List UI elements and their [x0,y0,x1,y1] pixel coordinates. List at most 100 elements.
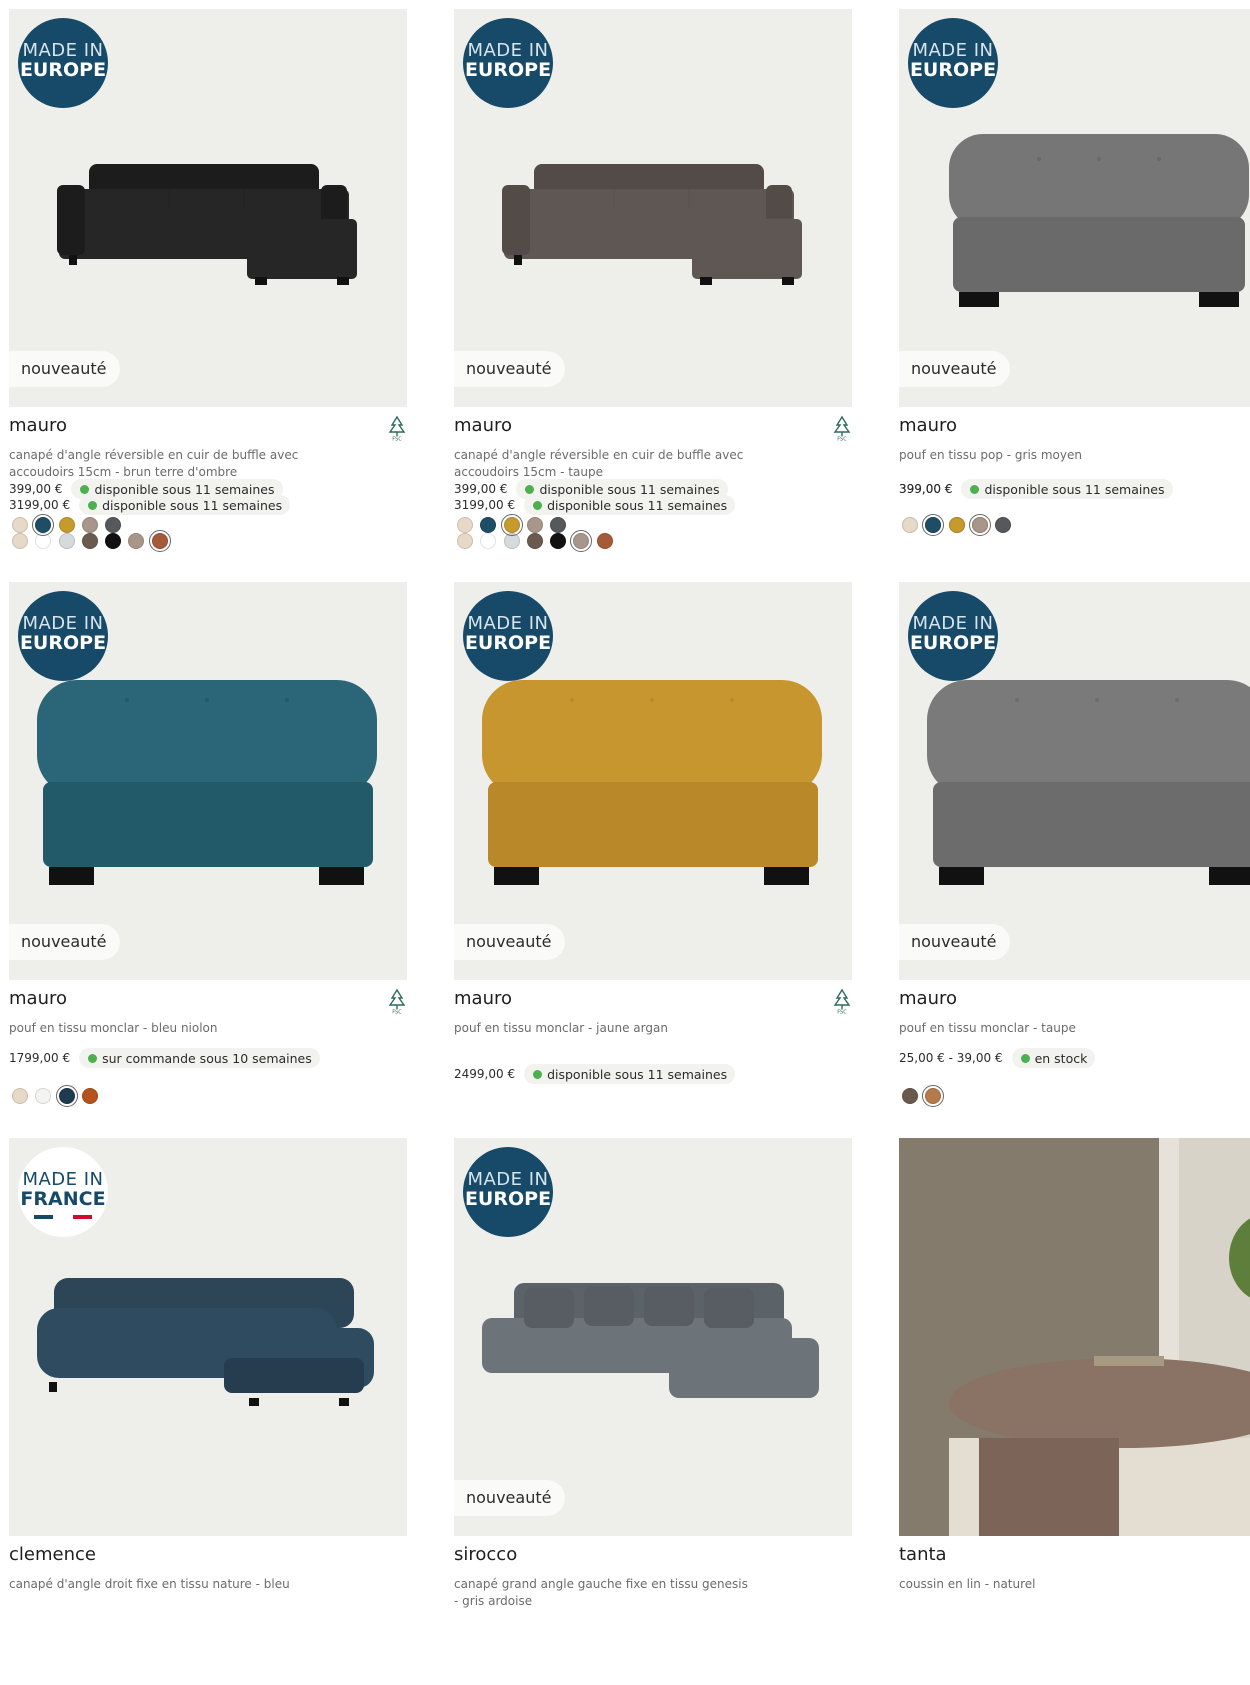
made-in-badge: MADE IN EUROPE [463,591,553,681]
color-swatch[interactable] [56,514,78,536]
product-price: 1799,00 € [9,1051,71,1065]
badge-line2: FRANCE [20,1188,106,1210]
color-swatch[interactable] [79,514,101,536]
svg-text:FSC: FSC [837,437,847,442]
product-image[interactable]: MADE IN EUROPE nouveauté [899,9,1250,407]
color-swatch[interactable] [500,514,523,536]
fsc-tree-icon: FSC [387,988,407,1016]
swatch-dot [995,517,1012,533]
product-name[interactable]: tanta [899,1544,947,1566]
availability-dot-icon [525,484,535,494]
availability-text: sur commande sous 10 semaines [102,1050,312,1066]
swatch-dot [480,517,497,533]
availability-dot-icon [533,1069,543,1079]
swatch-dot [81,1088,98,1104]
color-swatch[interactable] [899,514,921,536]
product-image[interactable]: MADE IN EUROPE nouveauté [454,582,852,980]
price-row: 2499,00 € disponible sous 11 semaines [454,1063,736,1085]
product-description: pouf en tissu monclar - taupe [899,1021,1076,1035]
color-swatch[interactable] [102,514,124,536]
color-swatch[interactable] [899,1085,921,1107]
price-row: 399,00 € disponible sous 11 semaines [454,478,728,500]
availability-text: en stock [1034,1050,1088,1066]
product-name[interactable]: sirocco [454,1544,517,1566]
price-row: 399,00 € disponible sous 11 semaines [9,478,283,500]
swatch-dot [550,517,567,533]
badge-line1: MADE IN [467,1169,549,1190]
badge-line1: MADE IN [22,613,104,634]
swatch-dot [12,1088,28,1104]
new-tag: nouveauté [454,1480,566,1516]
product-price: 3199,00 € [9,498,71,512]
badge-line2: EUROPE [464,632,552,654]
product-description: pouf en tissu monclar - jaune argan [454,1021,668,1035]
color-swatch[interactable] [922,1085,945,1107]
badge-line1: MADE IN [22,40,104,61]
color-swatch[interactable] [32,514,55,536]
color-swatch[interactable] [477,514,499,536]
color-swatch[interactable] [922,514,944,536]
color-swatch[interactable] [9,1085,31,1107]
swatch-dot [35,1088,52,1104]
swatch-dot [573,533,590,549]
fsc-tree-icon: FSC [832,988,852,1016]
availability-dot-icon [970,484,980,494]
color-swatch[interactable] [524,514,546,536]
swatch-dot [12,517,28,533]
product-price: 2499,00 € [454,1067,516,1081]
product-description: canapé d'angle réversible en cuir de buf… [454,448,744,479]
badge-line2: EUROPE [464,1188,552,1210]
color-swatch[interactable] [547,514,569,536]
product-image[interactable] [899,1138,1250,1536]
new-tag: nouveauté [9,924,121,960]
product-name[interactable]: mauro [9,415,67,437]
swatch-dot [526,517,543,533]
color-swatch[interactable] [594,530,616,552]
color-swatch[interactable] [32,1085,54,1107]
color-swatches [9,514,125,536]
badge-line2: EUROPE [909,59,997,81]
product-name[interactable]: clemence [9,1544,96,1566]
product-image[interactable]: MADE IN EUROPE nouveauté [9,582,407,980]
swatch-dot [925,517,942,533]
color-swatch[interactable] [9,514,31,536]
color-swatch[interactable] [570,530,593,552]
product-image[interactable]: MADE IN EUROPE nouveauté [454,9,852,407]
availability-dot-icon [88,500,98,510]
swatch-dot [948,517,965,533]
availability-text: disponible sous 11 semaines [547,1066,728,1082]
availability-text: disponible sous 11 semaines [984,481,1165,497]
color-swatch[interactable] [946,514,968,536]
badge-line1: MADE IN [912,613,994,634]
color-swatch[interactable] [148,530,171,552]
swatch-dot [902,517,918,533]
svg-text:FSC: FSC [392,1010,402,1015]
swatch-dot [902,1088,918,1104]
new-tag: nouveauté [454,351,566,387]
color-swatch[interactable] [454,514,476,536]
product-name[interactable]: mauro [899,415,957,437]
product-image[interactable]: MADE IN EUROPE nouveauté [899,582,1250,980]
color-swatch[interactable] [79,1085,101,1107]
badge-line1: MADE IN [467,40,549,61]
price-row: 399,00 € disponible sous 11 semaines [899,478,1173,500]
product-name[interactable]: mauro [9,988,67,1010]
product-description: canapé d'angle droit fixe en tissu natur… [9,1577,290,1591]
product-name[interactable]: mauro [454,988,512,1010]
availability-badge: en stock [1011,1048,1096,1068]
product-description: canapé grand angle gauche fixe en tissu … [454,1577,748,1608]
new-tag: nouveauté [899,351,1011,387]
color-swatch[interactable] [55,1085,78,1107]
color-swatch[interactable] [125,530,147,552]
availability-dot-icon [533,500,543,510]
product-name[interactable]: mauro [454,415,512,437]
product-image[interactable]: MADE IN FRANCE [9,1138,407,1536]
swatch-dot [457,517,473,533]
product-price: 3199,00 € [454,498,516,512]
product-image[interactable]: MADE IN EUROPE nouveauté [454,1138,852,1536]
product-image[interactable]: MADE IN EUROPE nouveauté [9,9,407,407]
color-swatch[interactable] [968,514,991,536]
made-in-badge: MADE IN EUROPE [18,591,108,681]
color-swatch[interactable] [992,514,1014,536]
product-name[interactable]: mauro [899,988,957,1010]
